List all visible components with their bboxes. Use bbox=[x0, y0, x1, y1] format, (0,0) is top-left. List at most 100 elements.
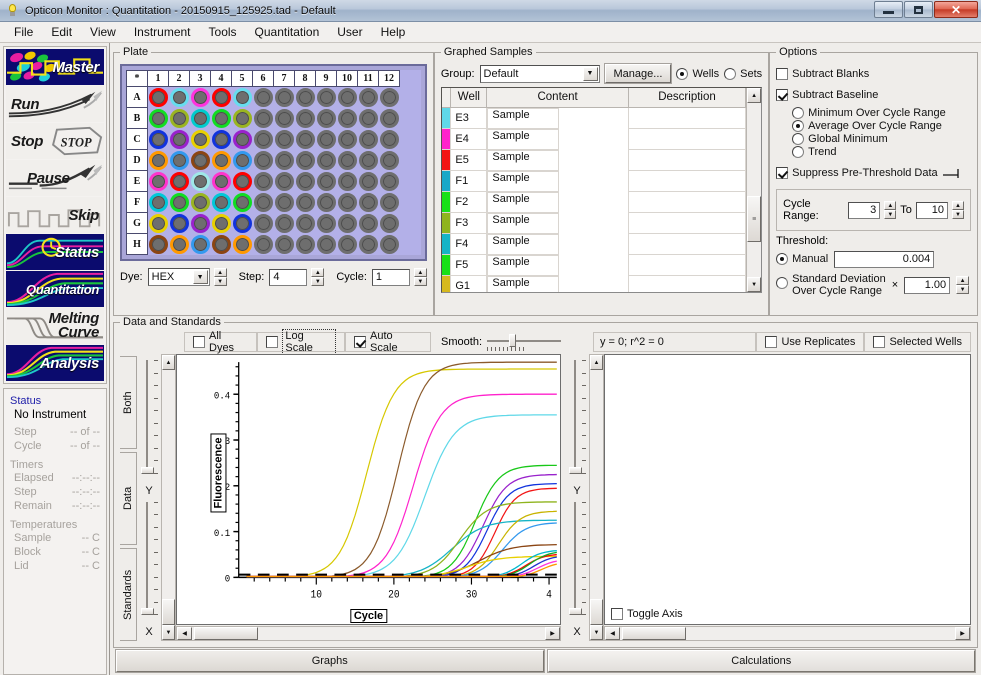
sidebar-item-run[interactable]: Run bbox=[6, 86, 104, 122]
subtract-blanks-checkbox[interactable]: Subtract Blanks bbox=[776, 68, 869, 80]
close-button[interactable]: ✕ bbox=[934, 1, 978, 18]
chevron-down-icon[interactable]: ▼ bbox=[192, 270, 208, 284]
auto-scale-box[interactable] bbox=[354, 336, 367, 348]
subtract-blanks-box[interactable] bbox=[776, 68, 789, 80]
plate-well-E2[interactable] bbox=[169, 171, 190, 192]
samples-header-well[interactable]: Well bbox=[450, 88, 488, 108]
plate-well-C1[interactable] bbox=[148, 129, 169, 150]
plate-well-H12[interactable] bbox=[379, 234, 400, 255]
plate-well-B12[interactable] bbox=[379, 108, 400, 129]
plate-well-D3[interactable] bbox=[190, 150, 211, 171]
data-x-slider-thumb[interactable] bbox=[141, 608, 154, 615]
table-row[interactable]: E3 Sample bbox=[441, 106, 747, 129]
standards-vscrollbar[interactable]: ▲ ▼ bbox=[589, 354, 604, 641]
threshold-stddev-input[interactable]: 1.00 bbox=[904, 276, 951, 294]
plate-row-header-G[interactable]: G bbox=[126, 212, 148, 234]
plate-col-header-2[interactable]: 2 bbox=[168, 70, 190, 87]
plate-well-H11[interactable] bbox=[358, 234, 379, 255]
table-row[interactable]: F4 Sample bbox=[441, 233, 747, 255]
tab-both[interactable]: Both bbox=[120, 356, 137, 449]
standards-chart[interactable]: Toggle Axis bbox=[604, 354, 971, 625]
tab-graphs[interactable]: Graphs bbox=[116, 650, 544, 672]
plate-well-B7[interactable] bbox=[274, 108, 295, 129]
plate-row-header-F[interactable]: F bbox=[126, 191, 148, 213]
standards-x-slider-thumb[interactable] bbox=[569, 608, 582, 615]
plate-well-F12[interactable] bbox=[379, 192, 400, 213]
tab-calculations[interactable]: Calculations bbox=[547, 650, 975, 672]
log-scale-checkbox[interactable]: Log Scale bbox=[266, 329, 337, 355]
scroll-right-icon[interactable]: ▶ bbox=[955, 627, 970, 640]
data-chart-vscrollbar[interactable]: ▲ ▼ bbox=[161, 354, 176, 641]
plate-well-B3[interactable] bbox=[190, 108, 211, 129]
use-replicates-box[interactable] bbox=[765, 336, 778, 348]
samples-header-description[interactable]: Description bbox=[627, 88, 747, 108]
tab-data[interactable]: Data bbox=[120, 452, 137, 545]
plate-well-G6[interactable] bbox=[253, 213, 274, 234]
threshold-manual-box[interactable] bbox=[776, 253, 789, 265]
sidebar-item-analysis[interactable]: Analysis bbox=[6, 345, 104, 381]
plate-well-G8[interactable] bbox=[295, 213, 316, 234]
plate-well-H10[interactable] bbox=[337, 234, 358, 255]
auto-scale-checkbox[interactable]: Auto Scale bbox=[354, 330, 422, 354]
plate-well-C8[interactable] bbox=[295, 129, 316, 150]
plate-well-F5[interactable] bbox=[232, 192, 253, 213]
scroll-down-icon[interactable]: ▼ bbox=[162, 625, 175, 640]
threshold-manual-radio[interactable]: Manual bbox=[776, 253, 828, 265]
baseline-average-box[interactable] bbox=[792, 120, 805, 132]
plate-well-E12[interactable] bbox=[379, 171, 400, 192]
cycle-range-from-input[interactable]: 3 bbox=[848, 201, 881, 219]
group-select[interactable]: Default ▼ bbox=[479, 64, 600, 83]
plate-well-F11[interactable] bbox=[358, 192, 379, 213]
plate-well-A11[interactable] bbox=[358, 87, 379, 108]
plate-well-B5[interactable] bbox=[232, 108, 253, 129]
plate-well-F10[interactable] bbox=[337, 192, 358, 213]
plate-well-A5[interactable] bbox=[232, 87, 253, 108]
menu-file[interactable]: File bbox=[6, 23, 41, 41]
menu-view[interactable]: View bbox=[82, 23, 124, 41]
standards-x-slider[interactable] bbox=[566, 500, 588, 626]
plate-well-B4[interactable] bbox=[211, 108, 232, 129]
baseline-mode-minimum[interactable]: Minimum Over Cycle Range bbox=[792, 107, 971, 119]
maximize-button[interactable] bbox=[904, 1, 933, 18]
plate-well-D8[interactable] bbox=[295, 150, 316, 171]
use-replicates-checkbox[interactable]: Use Replicates bbox=[765, 336, 855, 348]
plate-well-G11[interactable] bbox=[358, 213, 379, 234]
plate-well-E9[interactable] bbox=[316, 171, 337, 192]
data-chart-hscrollbar[interactable]: ◀ ▶ bbox=[176, 626, 561, 641]
wells-radio[interactable]: Wells bbox=[676, 67, 719, 80]
subtract-baseline-box[interactable] bbox=[776, 89, 789, 101]
plate-well-F1[interactable] bbox=[148, 192, 169, 213]
scrollbar-thumb[interactable] bbox=[590, 599, 603, 625]
plate-well-E3[interactable] bbox=[190, 171, 211, 192]
scroll-left-icon[interactable]: ◀ bbox=[605, 627, 620, 640]
plate-table[interactable]: * 1 2 3 4 5 6 7 8 9 10 11 12 A B C D E F G H bbox=[126, 70, 400, 255]
plate-well-H2[interactable] bbox=[169, 234, 190, 255]
threshold-stddev-stepper[interactable]: ▲ ▼ bbox=[956, 276, 970, 294]
plate-well-D5[interactable] bbox=[232, 150, 253, 171]
plate-well-C2[interactable] bbox=[169, 129, 190, 150]
plate-col-header-6[interactable]: 6 bbox=[252, 70, 274, 87]
sidebar-item-skip[interactable]: Skip bbox=[6, 197, 104, 233]
plate-well-C10[interactable] bbox=[337, 129, 358, 150]
suppress-pre-threshold-checkbox[interactable]: Suppress Pre-Threshold Data bbox=[776, 167, 938, 179]
threshold-stddev-radio[interactable]: Standard Deviation Over Cycle Range bbox=[776, 273, 886, 297]
plate-well-A12[interactable] bbox=[379, 87, 400, 108]
plate-well-B2[interactable] bbox=[169, 108, 190, 129]
plate-well-A8[interactable] bbox=[295, 87, 316, 108]
plate-row-header-H[interactable]: H bbox=[126, 233, 148, 255]
plate-row-header-C[interactable]: C bbox=[126, 128, 148, 150]
scroll-left-icon[interactable]: ◀ bbox=[177, 627, 192, 640]
plate-well-D6[interactable] bbox=[253, 150, 274, 171]
scroll-up-icon[interactable]: ▲ bbox=[590, 355, 603, 370]
baseline-minimum-box[interactable] bbox=[792, 107, 805, 119]
scroll-up-icon[interactable]: ▲ bbox=[747, 88, 762, 103]
step-input[interactable]: 4 bbox=[269, 268, 308, 286]
standards-y-slider-thumb[interactable] bbox=[569, 466, 582, 474]
plate-well-G3[interactable] bbox=[190, 213, 211, 234]
cycle-range-from-stepper[interactable]: ▲ ▼ bbox=[884, 201, 897, 219]
menu-edit[interactable]: Edit bbox=[43, 23, 80, 41]
scroll-down-icon[interactable]: ▼ bbox=[590, 625, 603, 640]
plate-well-A2[interactable] bbox=[169, 87, 190, 108]
plate-well-D7[interactable] bbox=[274, 150, 295, 171]
plate-col-header-8[interactable]: 8 bbox=[294, 70, 316, 87]
